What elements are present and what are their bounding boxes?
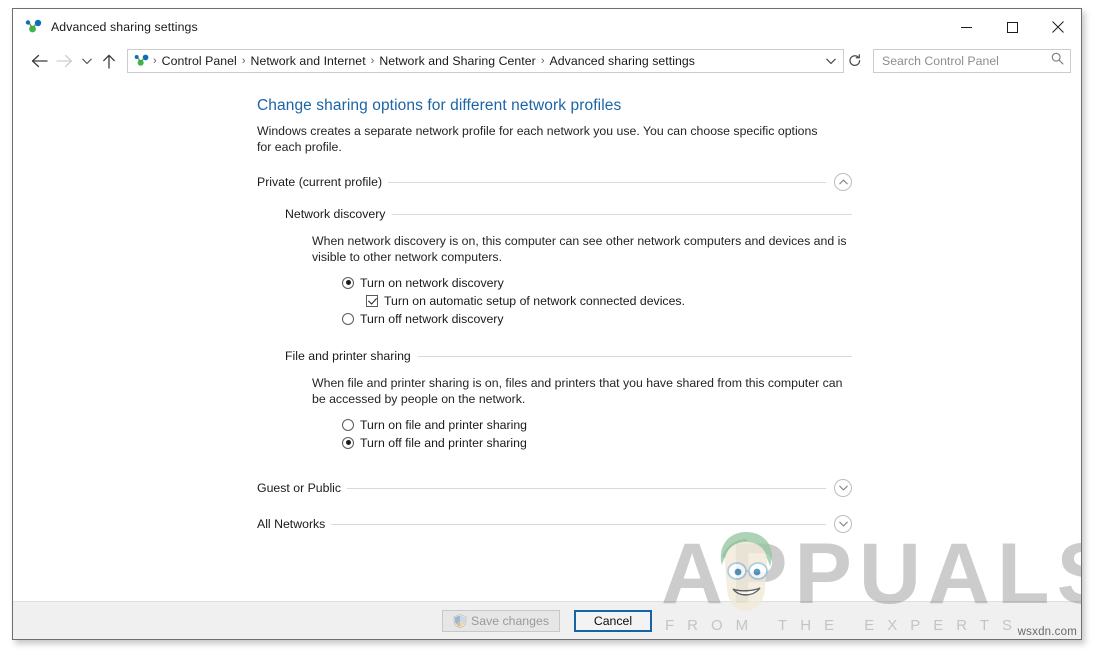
- option-turn-off-file-and-printer-sharing[interactable]: Turn off file and printer sharing: [342, 434, 852, 451]
- profile-label-guest-or-public: Guest or Public: [257, 481, 342, 495]
- forward-button: [52, 49, 77, 73]
- option-turn-on-automatic-setup[interactable]: Turn on automatic setup of network conne…: [366, 292, 852, 309]
- chevron-down-icon[interactable]: [821, 58, 841, 65]
- divider-rule: [331, 523, 826, 525]
- back-button[interactable]: [27, 49, 52, 73]
- cancel-button[interactable]: Cancel: [573, 609, 652, 632]
- section-label-network-discovery: Network discovery: [285, 207, 386, 221]
- explorer-window: Advanced sharing settings › Control Pane…: [12, 8, 1082, 640]
- option-turn-off-network-discovery[interactable]: Turn off network discovery: [342, 310, 852, 327]
- window-title: Advanced sharing settings: [51, 20, 198, 34]
- radio-icon-off[interactable]: [342, 418, 354, 431]
- search-input[interactable]: Search Control Panel: [873, 49, 1071, 73]
- profile-label-all-networks: All Networks: [257, 517, 326, 531]
- option-label: Turn on automatic setup of network conne…: [384, 293, 685, 308]
- breadcrumb[interactable]: › Control Panel › Network and Internet ›…: [127, 49, 844, 73]
- command-bar: Save changes Cancel: [13, 601, 1081, 639]
- breadcrumb-separator: ›: [241, 54, 246, 67]
- page-title: Change sharing options for different net…: [257, 97, 622, 114]
- breadcrumb-item-control-panel[interactable]: Control Panel: [159, 54, 240, 68]
- title-bar: Advanced sharing settings: [13, 9, 1081, 45]
- content-area: Change sharing options for different net…: [13, 77, 1081, 601]
- breadcrumb-separator: ›: [370, 54, 375, 67]
- breadcrumb-item-advanced-sharing-settings[interactable]: Advanced sharing settings: [546, 54, 698, 68]
- profile-group-private: Private (current profile) Network discov…: [257, 171, 852, 451]
- section-description-network-discovery: When network discovery is on, this compu…: [312, 234, 847, 264]
- section-description-file-and-printer-sharing: When file and printer sharing is on, fil…: [312, 376, 843, 406]
- chevron-down-icon[interactable]: [834, 515, 852, 533]
- section-header-network-discovery: Network discovery: [285, 205, 852, 223]
- divider-rule: [392, 213, 852, 215]
- uac-shield-icon: [453, 613, 467, 628]
- options-file-and-printer-sharing: Turn on file and printer sharing Turn of…: [342, 416, 852, 451]
- search-icon[interactable]: [1051, 52, 1064, 70]
- breadcrumb-separator: ›: [540, 54, 545, 67]
- profile-group-guest-or-public: Guest or Public: [257, 477, 852, 499]
- page-description: Windows creates a separate network profi…: [257, 124, 818, 154]
- save-changes-label: Save changes: [471, 613, 549, 628]
- profile-header-guest-or-public[interactable]: Guest or Public: [257, 477, 852, 499]
- address-bar: › Control Panel › Network and Internet ›…: [13, 45, 1081, 77]
- divider-rule: [417, 355, 852, 357]
- chevron-down-icon[interactable]: [834, 479, 852, 497]
- profile-header-all-networks[interactable]: All Networks: [257, 513, 852, 535]
- section-label-file-and-printer-sharing: File and printer sharing: [285, 349, 411, 363]
- refresh-button[interactable]: [844, 49, 866, 73]
- option-turn-on-network-discovery[interactable]: Turn on network discovery: [342, 274, 852, 291]
- window-controls: [943, 9, 1081, 45]
- cancel-label: Cancel: [593, 613, 633, 628]
- divider-rule: [388, 181, 826, 183]
- profile-group-all-networks: All Networks: [257, 513, 852, 535]
- checkbox-icon-checked[interactable]: [366, 294, 378, 307]
- option-turn-on-file-and-printer-sharing[interactable]: Turn on file and printer sharing: [342, 416, 852, 433]
- breadcrumb-separator: ›: [153, 54, 157, 67]
- chevron-up-icon[interactable]: [834, 173, 852, 191]
- section-file-and-printer-sharing: File and printer sharing When file and p…: [285, 347, 852, 451]
- option-label: Turn on file and printer sharing: [360, 417, 528, 432]
- up-button[interactable]: [96, 49, 121, 73]
- search-placeholder: Search Control Panel: [882, 54, 999, 68]
- section-network-discovery: Network discovery When network discovery…: [285, 205, 852, 327]
- radio-icon-off[interactable]: [342, 312, 354, 325]
- profile-header-private[interactable]: Private (current profile): [257, 171, 852, 193]
- network-sharing-icon-small: [133, 53, 151, 69]
- maximize-button[interactable]: [989, 9, 1035, 45]
- network-sharing-icon: [24, 18, 44, 36]
- divider-rule: [347, 487, 826, 489]
- option-label: Turn off file and printer sharing: [360, 435, 527, 450]
- option-label: Turn off network discovery: [360, 311, 504, 326]
- profile-label-private: Private (current profile): [257, 175, 383, 189]
- section-header-file-and-printer-sharing: File and printer sharing: [285, 347, 852, 365]
- save-changes-button[interactable]: Save changes: [442, 609, 560, 632]
- options-network-discovery: Turn on network discovery Turn on automa…: [342, 274, 852, 327]
- radio-icon-on[interactable]: [342, 436, 354, 449]
- breadcrumb-item-network-and-sharing-center[interactable]: Network and Sharing Center: [376, 54, 538, 68]
- recent-locations-button[interactable]: [77, 49, 96, 73]
- radio-icon-on[interactable]: [342, 276, 354, 289]
- option-label: Turn on network discovery: [360, 275, 504, 290]
- minimize-button[interactable]: [943, 9, 989, 45]
- breadcrumb-item-network-and-internet[interactable]: Network and Internet: [248, 54, 369, 68]
- close-button[interactable]: [1035, 9, 1081, 45]
